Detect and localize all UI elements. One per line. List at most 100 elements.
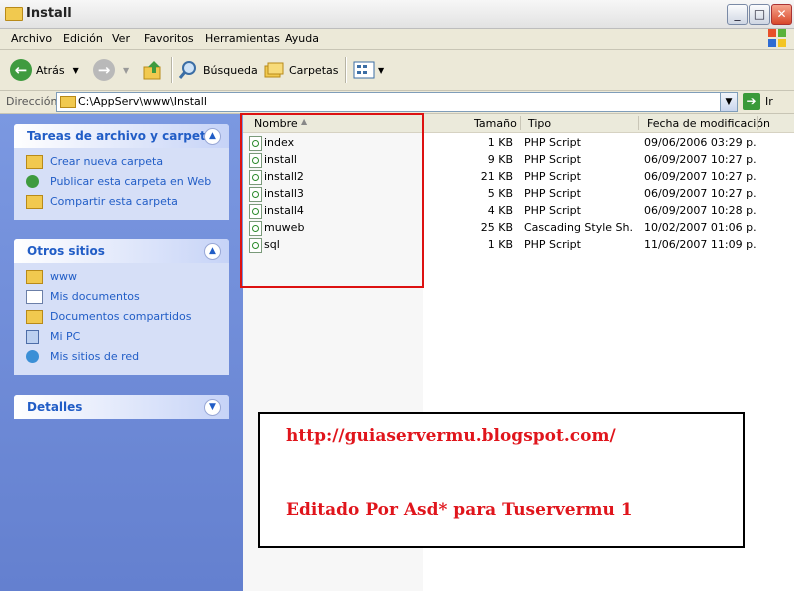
task-new-folder[interactable]: Crear nueva carpeta [14,152,229,172]
highlight-rectangle [240,113,424,288]
back-button[interactable]: ← Atrás ▼ [10,58,79,82]
tasks-panel: Tareas de archivo y carpeta ▲ Crear nuev… [14,124,229,220]
file-size: 4 KB [487,204,513,217]
task-share-folder[interactable]: Compartir esta carpeta [14,192,229,212]
documents-icon [26,290,43,304]
folders-label: Carpetas [289,63,339,77]
menu-herramientas[interactable]: Herramientas [205,32,280,45]
views-dropdown-icon[interactable]: ▼ [378,66,384,75]
file-type: PHP Script [524,204,581,217]
details-panel-header[interactable]: Detalles ▼ [14,395,229,419]
go-arrow-icon[interactable]: ➔ [743,93,760,110]
address-bar: Dirección C:\AppServ\www\Install ▼ ➔ Ir [0,91,794,114]
back-dropdown-icon[interactable]: ▼ [73,66,79,75]
file-size: 25 KB [480,221,513,234]
network-icon [26,350,39,363]
column-size[interactable]: Tamaño [474,117,517,130]
views-button[interactable]: ▼ [353,58,384,82]
task-publish-web[interactable]: Publicar esta carpeta en Web [14,172,229,192]
places-panel: Otros sitios ▲ www Mis documentos Docume… [14,239,229,375]
place-my-computer[interactable]: Mi PC [14,327,229,347]
title-bar: Install _ □ ✕ [0,0,794,29]
details-panel-title: Detalles [27,400,83,414]
toolbar: ← Atrás ▼ → ▼ Búsqueda Carpetas ▼ [0,50,794,91]
folder-icon [26,310,43,324]
file-type: PHP Script [524,136,581,149]
toolbar-separator [171,57,173,83]
address-dropdown-icon[interactable]: ▼ [720,93,737,111]
place-shared-documents[interactable]: Documentos compartidos [14,307,229,327]
back-label: Atrás [36,63,65,77]
place-network[interactable]: Mis sitios de red [14,347,229,367]
forward-arrow-icon: → [93,59,115,81]
file-type: PHP Script [524,170,581,183]
place-label: Documentos compartidos [50,310,192,323]
forward-dropdown-icon[interactable]: ▼ [123,66,129,75]
folders-button[interactable]: Carpetas [263,58,338,82]
collapse-icon[interactable]: ▲ [204,128,221,145]
column-separator[interactable] [520,116,521,130]
file-date: 10/02/2007 01:06 p... [644,221,756,234]
place-my-documents[interactable]: Mis documentos [14,287,229,307]
new-folder-icon [26,155,43,169]
places-panel-title: Otros sitios [27,244,105,258]
up-folder-button[interactable] [142,58,164,82]
menu-edicion[interactable]: Edición [63,32,103,45]
address-label: Dirección [6,95,58,108]
places-panel-header[interactable]: Otros sitios ▲ [14,239,229,263]
window-title: Install [26,6,72,21]
menu-favoritos[interactable]: Favoritos [144,32,194,45]
go-button[interactable]: Ir [765,95,773,108]
tasks-panel-title: Tareas de archivo y carpeta [27,129,214,143]
place-label: www [50,270,77,283]
file-date: 06/09/2007 10:28 p... [644,204,756,217]
task-pane: Tareas de archivo y carpeta ▲ Crear nuev… [0,114,243,591]
file-date: 06/09/2007 10:27 p... [644,187,756,200]
menu-ver[interactable]: Ver [112,32,130,45]
file-date: 09/06/2006 03:29 p... [644,136,756,149]
column-separator[interactable] [757,116,758,130]
back-arrow-icon: ← [10,59,32,81]
folder-icon [60,96,76,108]
computer-icon [26,330,39,344]
menu-ayuda[interactable]: Ayuda [285,32,319,45]
task-label: Crear nueva carpeta [50,155,164,168]
file-type: PHP Script [524,187,581,200]
menu-archivo[interactable]: Archivo [11,32,52,45]
column-date[interactable]: Fecha de modificación [647,117,770,130]
file-size: 1 KB [487,238,513,251]
up-folder-icon [143,61,161,80]
file-date: 06/09/2007 10:27 p... [644,170,756,183]
file-date: 06/09/2007 10:27 p... [644,153,756,166]
search-label: Búsqueda [203,63,258,77]
column-separator[interactable] [638,116,639,130]
minimize-button[interactable]: _ [727,4,748,25]
forward-button[interactable]: → ▼ [93,58,129,82]
place-label: Mi PC [50,330,81,343]
file-type: Cascading Style Sh... [524,221,634,234]
file-size: 21 KB [480,170,513,183]
close-button[interactable]: ✕ [771,4,792,25]
address-input[interactable]: C:\AppServ\www\Install ▼ [56,92,738,112]
tasks-panel-header[interactable]: Tareas de archivo y carpeta ▲ [14,124,229,148]
folders-icon [264,62,284,78]
collapse-icon[interactable]: ▲ [204,243,221,260]
search-button[interactable]: Búsqueda [177,58,258,82]
address-path: C:\AppServ\www\Install [78,95,207,108]
annotation-credit: Editado Por Asd* para Tuservermu 1 [286,500,633,520]
folder-icon [26,270,43,284]
file-size: 1 KB [487,136,513,149]
place-www[interactable]: www [14,267,229,287]
column-type[interactable]: Tipo [528,117,551,130]
windows-logo-icon [768,29,786,47]
details-panel: Detalles ▼ [14,395,229,419]
file-size: 9 KB [487,153,513,166]
file-type: PHP Script [524,153,581,166]
file-date: 11/06/2007 11:09 p... [644,238,756,251]
maximize-button[interactable]: □ [749,4,770,25]
annotation-url: http://guiaservermu.blogspot.com/ [286,426,616,446]
web-publish-icon [26,175,39,188]
share-folder-icon [26,195,43,209]
place-label: Mis sitios de red [50,350,140,363]
expand-icon[interactable]: ▼ [204,399,221,416]
